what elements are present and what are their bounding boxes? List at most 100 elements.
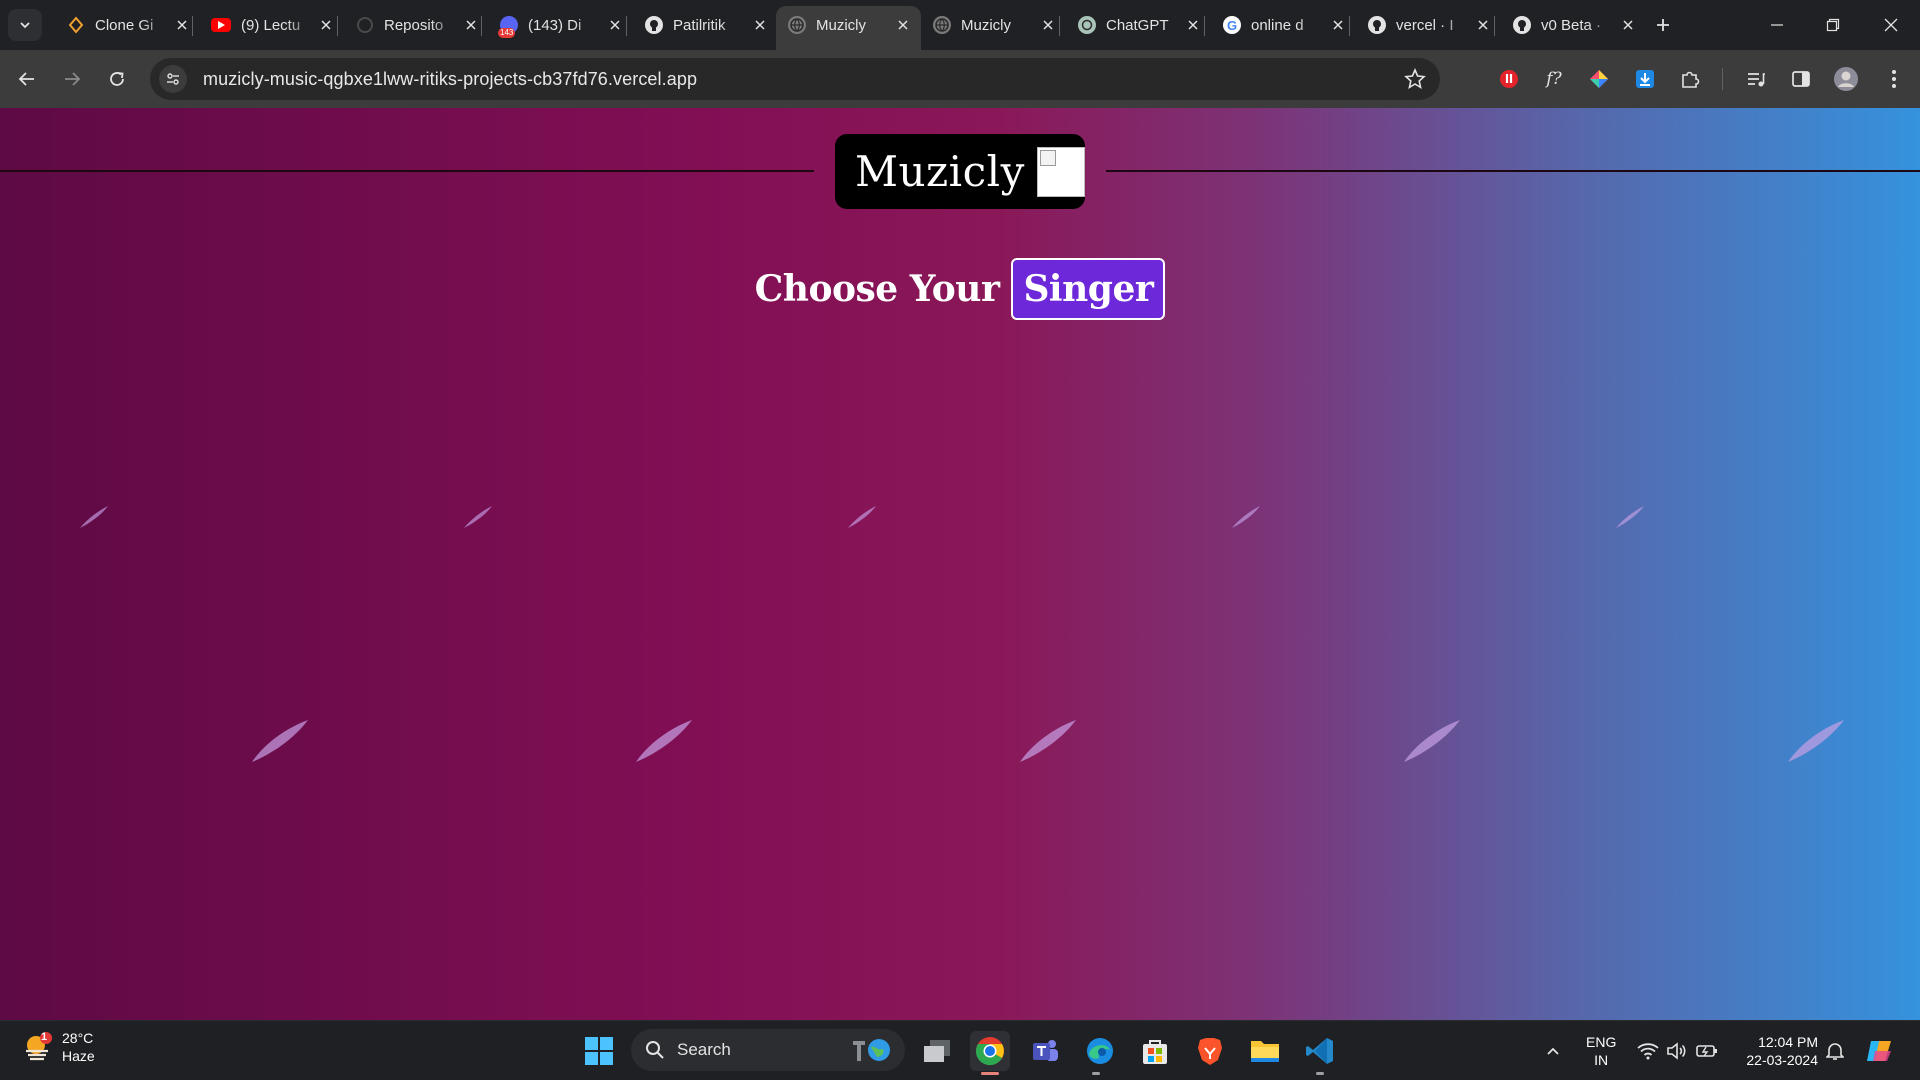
start-button[interactable]: [579, 1031, 619, 1071]
close-icon[interactable]: [605, 15, 625, 35]
heading-text: Choose Your: [754, 268, 1000, 310]
bell-icon: [1826, 1043, 1844, 1060]
site-logo[interactable]: Muzicly: [835, 134, 1085, 209]
clock-date: 22-03-2024: [1746, 1052, 1818, 1068]
taskbar-search[interactable]: Search: [631, 1029, 905, 1071]
tab-title: ChatGPT: [1106, 16, 1169, 34]
minimize-icon: [1771, 24, 1783, 26]
file-explorer-taskbar-button[interactable]: [1245, 1031, 1285, 1071]
close-icon[interactable]: [1038, 15, 1058, 35]
tab-title: (9) Lectu: [241, 16, 301, 34]
singer-button[interactable]: Singer: [1011, 258, 1166, 320]
url-text[interactable]: muzicly-music-qgbxe1lww-ritiks-projects-…: [203, 69, 697, 90]
region-code: IN: [1594, 1052, 1609, 1068]
store-taskbar-button[interactable]: [1135, 1031, 1175, 1071]
brave-taskbar-button[interactable]: [1190, 1031, 1230, 1071]
restore-button[interactable]: [1818, 10, 1848, 40]
weather-condition: Haze: [62, 1048, 95, 1064]
close-icon[interactable]: [1618, 15, 1638, 35]
chrome-taskbar-button[interactable]: [970, 1031, 1010, 1071]
show-hidden-icons-button[interactable]: [1533, 1031, 1573, 1071]
decorative-streak: [1232, 506, 1260, 528]
vscode-taskbar-button[interactable]: [1300, 1031, 1340, 1071]
minimize-button[interactable]: [1762, 10, 1792, 40]
tab-divider: [626, 16, 627, 36]
tab-6[interactable]: Muzicly: [921, 6, 1066, 44]
bookmark-star-icon[interactable]: [1404, 67, 1426, 95]
weather-badge: 1: [41, 1031, 48, 1043]
tab-divider: [1204, 16, 1205, 36]
close-icon[interactable]: [172, 15, 192, 35]
teams-icon: [1033, 1040, 1058, 1061]
font-finder-icon[interactable]: f?: [1539, 64, 1569, 94]
close-icon[interactable]: [316, 15, 336, 35]
download-icon[interactable]: [1630, 64, 1660, 94]
color-picker-icon[interactable]: [1584, 64, 1614, 94]
tab-1[interactable]: (9) Lectu: [199, 6, 344, 44]
page-heading: Choose Your Singer: [0, 258, 1920, 320]
clock-time: 12:04 PM: [1758, 1034, 1818, 1050]
notifications-button[interactable]: [1815, 1031, 1855, 1071]
close-icon[interactable]: [1328, 15, 1348, 35]
close-icon[interactable]: [1473, 15, 1493, 35]
temperature: 28°C: [62, 1030, 94, 1046]
forward-button[interactable]: [56, 63, 88, 95]
tab-0[interactable]: Clone Gi: [55, 6, 200, 44]
toolbar-divider: [1722, 68, 1723, 90]
plus-icon: [1657, 19, 1669, 31]
media-control-icon[interactable]: [1741, 64, 1771, 94]
forward-arrow-icon: [65, 72, 81, 86]
decorative-streak: [848, 506, 876, 528]
tab-7[interactable]: ChatGPT: [1066, 6, 1211, 44]
broken-image-icon: [1036, 146, 1085, 197]
extension-red-icon[interactable]: [1494, 64, 1524, 94]
tab-5-active[interactable]: Muzicly: [776, 6, 921, 50]
tab-badge-count: 143: [498, 28, 516, 38]
close-window-button[interactable]: [1876, 10, 1906, 40]
tab-divider: [1349, 16, 1350, 36]
tab-8[interactable]: G online d: [1211, 6, 1356, 44]
site-info-button[interactable]: [159, 65, 187, 93]
clock[interactable]: 12:04 PM 22-03-2024: [1738, 1033, 1818, 1069]
close-icon[interactable]: [1183, 15, 1203, 35]
tab-9[interactable]: vercel · I: [1356, 6, 1501, 44]
brave-lion-icon: [1198, 1038, 1222, 1065]
battery-button[interactable]: [1687, 1031, 1727, 1071]
search-icon: [646, 1041, 664, 1059]
side-panel-icon[interactable]: [1786, 64, 1816, 94]
address-bar[interactable]: muzicly-music-qgbxe1lww-ritiks-projects-…: [150, 58, 1440, 100]
close-icon: [1884, 18, 1898, 32]
tab-title: vercel · I: [1396, 16, 1454, 34]
reload-button[interactable]: [101, 63, 133, 95]
language-indicator[interactable]: ENG IN: [1586, 1033, 1616, 1069]
profile-avatar-icon[interactable]: [1831, 64, 1861, 94]
close-icon[interactable]: [893, 15, 913, 35]
tab-4[interactable]: Patilritik: [633, 6, 778, 44]
back-button[interactable]: [11, 63, 43, 95]
header-left-line: [0, 170, 814, 172]
tab-divider: [481, 16, 482, 36]
tab-3[interactable]: 143 (143) Di: [488, 6, 633, 44]
globe-icon: [788, 16, 806, 34]
google-icon: G: [1223, 16, 1241, 34]
close-icon[interactable]: [750, 15, 770, 35]
more-menu-icon[interactable]: [1879, 64, 1909, 94]
edge-taskbar-button[interactable]: [1080, 1031, 1120, 1071]
tab-10[interactable]: v0 Beta ·: [1501, 6, 1646, 44]
close-icon[interactable]: [461, 15, 481, 35]
tab-search-button[interactable]: [8, 9, 42, 41]
task-view-button[interactable]: [917, 1031, 957, 1071]
tab-divider: [337, 16, 338, 36]
copilot-button[interactable]: [1860, 1031, 1900, 1071]
youtube-icon: [211, 18, 231, 32]
decorative-streak: [1788, 720, 1844, 762]
tab-2[interactable]: Reposito: [344, 6, 489, 44]
search-label: Search: [677, 1040, 731, 1059]
new-tab-button[interactable]: [1650, 12, 1676, 38]
extensions-puzzle-icon[interactable]: [1675, 64, 1705, 94]
github-icon: [1368, 16, 1386, 34]
chevron-down-icon: [20, 22, 30, 29]
weather-widget[interactable]: 1 28°C Haze: [22, 1029, 95, 1065]
github-icon: [645, 16, 663, 34]
teams-taskbar-button[interactable]: [1025, 1031, 1065, 1071]
